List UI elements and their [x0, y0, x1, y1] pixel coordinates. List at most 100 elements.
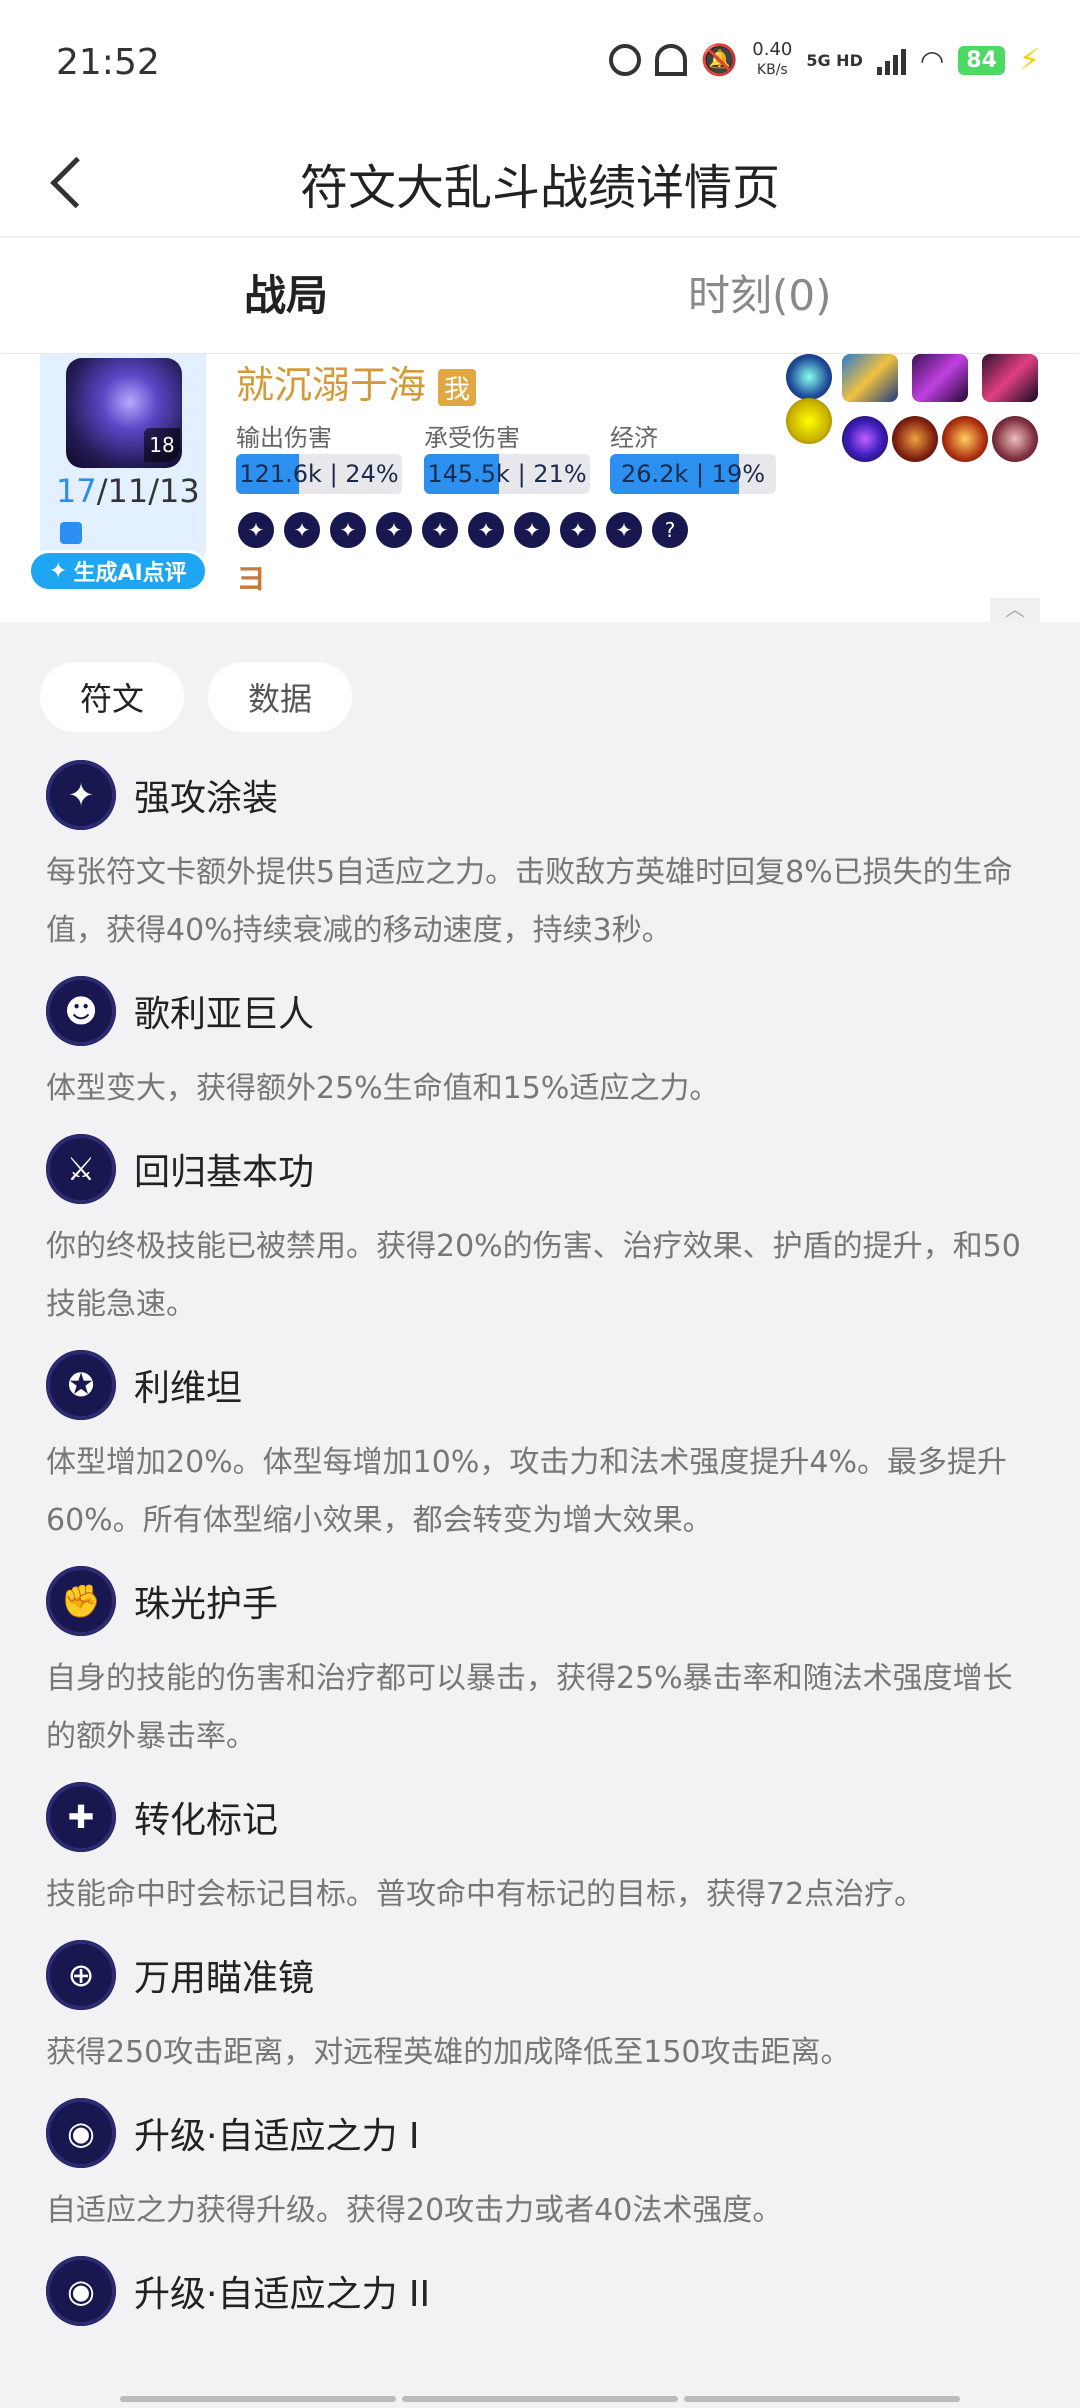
rune-description: 自适应之力获得升级。获得20攻击力或者40法术强度。: [46, 2193, 783, 2228]
rune-description: 获得250攻击距离，对远程英雄的加成降低至150攻击距离。: [46, 2035, 851, 2070]
speedometer-icon: [654, 44, 687, 76]
rune-header: ◉ 升级·自适应之力 I: [46, 2098, 1034, 2168]
rune-item: ⚔ 回归基本功你的终极技能已被禁用。获得20%的伤害、治疗效果、护盾的提升，和50…: [0, 1134, 1080, 1334]
rune-header: ✦ 强攻涂装: [46, 760, 1034, 830]
small-rune-icon[interactable]: ✦: [558, 510, 598, 550]
rune-header: ☻ 歌利亚巨人: [46, 976, 1034, 1046]
ai-review-button[interactable]: ✦ 生成AI点评: [28, 550, 208, 592]
gold-bar: 26.2k | 19%: [610, 454, 776, 494]
alarm-icon: [608, 44, 641, 76]
rune-name: 转化标记: [134, 1800, 279, 1841]
small-rune-icon[interactable]: ✦: [236, 510, 276, 550]
small-rune-icon[interactable]: ✦: [466, 510, 506, 550]
leviathan-rune-icon[interactable]: ✪: [46, 1350, 116, 1420]
player-name: 就沉溺于海我: [236, 354, 477, 409]
stat-label-damage: 输出伤害: [236, 424, 332, 452]
rune-header: ✪ 利维坦: [46, 1350, 1034, 1420]
small-rune-icon[interactable]: ✦: [328, 510, 368, 550]
network-type: 5G HD: [806, 50, 863, 70]
adaptive-rune-icon[interactable]: ◉: [46, 2256, 116, 2326]
rune-summary-row: ✦ ✦ ✦ ✦ ✦ ✦ ✦ ✦ ✦?: [236, 510, 690, 550]
rune-item: ✊ 珠光护手自身的技能的伤害和治疗都可以暴击，获得25%暴击率和随法术强度增长的额…: [0, 1566, 1080, 1766]
charging-icon: ⚡: [1018, 42, 1040, 78]
me-badge: 我: [438, 369, 477, 406]
augment-weapon-icon[interactable]: [842, 354, 898, 402]
rune-item: ✚ 转化标记技能命中时会标记目标。普攻命中有标记的目标，获得72点治疗。: [0, 1782, 1080, 1924]
page-title: 符文大乱斗战绩详情页: [299, 160, 780, 216]
sword-rune-icon[interactable]: ⚔: [46, 1134, 116, 1204]
rune-name: 利维坦: [134, 1368, 243, 1409]
rune-name: 珠光护手: [134, 1584, 279, 1625]
stat-label-gold: 经济: [610, 424, 658, 452]
goliath-rune-icon[interactable]: ☻: [46, 976, 116, 1046]
rune-description: 体型变大，获得额外25%生命值和15%适应之力。: [46, 1071, 720, 1106]
damage-bar: 121.6k | 24%: [236, 454, 402, 494]
clock: 21:52: [56, 42, 160, 83]
augment-grid: [784, 354, 1044, 474]
rune-description: 每张符文卡额外提供5自适应之力。击败敌方英雄时回复8%已损失的生命值，获得40%…: [46, 855, 1013, 948]
rune-item: ⊕ 万用瞄准镜获得250攻击距离，对远程英雄的加成降低至150攻击距离。: [0, 1940, 1080, 2082]
sub-tab-bar: 符文 数据: [40, 662, 353, 732]
rune-description: 你的终极技能已被禁用。获得20%的伤害、治疗效果、护盾的提升，和50技能急速。: [46, 1229, 1021, 1322]
bottom-scroll-indicator: [120, 2396, 960, 2402]
augment-mage-icon[interactable]: [992, 416, 1038, 462]
small-rune-icon[interactable]: ✦: [374, 510, 414, 550]
rune-item: ✦ 强攻涂装每张符文卡额外提供5自适应之力。击败敌方英雄时回复8%已损失的生命值，…: [0, 760, 1080, 960]
sparkle-icon: ✦: [49, 558, 68, 584]
stat-label-taken: 承受伤害: [424, 424, 520, 452]
small-rune-icon[interactable]: ✦: [282, 510, 322, 550]
wifi-icon: ◠: [919, 43, 945, 77]
rune-name: 回归基本功: [134, 1152, 315, 1193]
augment-lightning-icon[interactable]: [786, 398, 832, 444]
rune-item: ☻ 歌利亚巨人体型变大，获得额外25%生命值和15%适应之力。: [0, 976, 1080, 1118]
tab-bar: 战局 时刻(0): [0, 237, 1080, 353]
rune-header: ⚔ 回归基本功: [46, 1134, 1034, 1204]
rune-name: 升级·自适应之力 I: [134, 2116, 420, 2157]
adaptive-rune-icon[interactable]: ◉: [46, 2098, 116, 2168]
rune-item: ✪ 利维坦体型增加20%。体型每增加10%，攻击力和法术强度提升4%。最多提升60…: [0, 1350, 1080, 1550]
signal-icon: [876, 45, 906, 75]
rune-description: 体型增加20%。体型每增加10%，攻击力和法术强度提升4%。最多提升60%。所有…: [46, 1445, 1007, 1538]
augment-meditate-icon[interactable]: [786, 354, 832, 400]
rune-header: ✊ 珠光护手: [46, 1566, 1034, 1636]
crosshair-rune-icon[interactable]: ⊕: [46, 1940, 116, 2010]
small-rune-icon[interactable]: ✦: [512, 510, 552, 550]
rune-header: ◉ 升级·自适应之力 II: [46, 2256, 1034, 2326]
top-bar: 符文大乱斗战绩详情页: [0, 124, 1080, 236]
rune-description: 技能命中时会标记目标。普攻命中有标记的目标，获得72点治疗。: [46, 1877, 925, 1912]
rune-description: 自身的技能的伤害和治疗都可以暴击，获得25%暴击率和随法术强度增长的额外暴击率。: [46, 1661, 1013, 1754]
status-icons: 🔕 0.40 KB/s 5G HD ◠ 84 ⚡: [608, 39, 1040, 80]
subtab-runes[interactable]: 符文: [40, 662, 185, 732]
gauntlet-rune-icon[interactable]: ✊: [46, 1566, 116, 1636]
rune-header: ✚ 转化标记: [46, 1782, 1034, 1852]
subtab-data[interactable]: 数据: [208, 662, 353, 732]
status-bar: 21:52 🔕 0.40 KB/s 5G HD ◠ 84 ⚡: [0, 0, 1080, 124]
taken-bar: 145.5k | 21%: [424, 454, 590, 494]
tier-mark: ヨ: [236, 562, 266, 597]
battery-icon: 84: [958, 45, 1005, 75]
like-icon[interactable]: [60, 522, 82, 544]
augment-flame-icon[interactable]: [942, 416, 988, 462]
collapse-button[interactable]: ︿: [990, 598, 1040, 622]
net-speed: 0.40 KB/s: [752, 39, 793, 79]
rune-name: 强攻涂装: [134, 778, 279, 819]
bell-muted-icon: 🔕: [700, 42, 739, 78]
augment-orb-icon[interactable]: [842, 416, 888, 462]
mark-rune-icon[interactable]: ✚: [46, 1782, 116, 1852]
champion-level: 18: [144, 428, 180, 462]
rune-name: 万用瞄准镜: [134, 1958, 315, 1999]
rune-item: ◉ 升级·自适应之力 I 自适应之力获得升级。获得20攻击力或者40法术强度。: [0, 2098, 1080, 2240]
tab-moments[interactable]: 时刻(0): [688, 262, 832, 323]
rune-name: 歌利亚巨人: [134, 994, 315, 1035]
tab-match[interactable]: 战局: [244, 262, 328, 323]
rune-header: ⊕ 万用瞄准镜: [46, 1940, 1034, 2010]
rune-list: ✦ 强攻涂装每张符文卡额外提供5自适应之力。击败敌方英雄时回复8%已损失的生命值，…: [0, 760, 1080, 2340]
small-rune-icon[interactable]: ✦: [604, 510, 644, 550]
player-card: 18 17/11/13 ✦ 生成AI点评 就沉溺于海我 输出伤害 承受伤害 经济 …: [0, 354, 1080, 622]
small-rune-icon[interactable]: ✦: [420, 510, 460, 550]
small-rune-icon[interactable]: ?: [650, 510, 690, 550]
augment-void-icon[interactable]: [912, 354, 968, 402]
scroll-rune-icon[interactable]: ✦: [46, 760, 116, 830]
augment-blade-icon[interactable]: [982, 354, 1038, 402]
augment-fighter-icon[interactable]: [892, 416, 938, 462]
